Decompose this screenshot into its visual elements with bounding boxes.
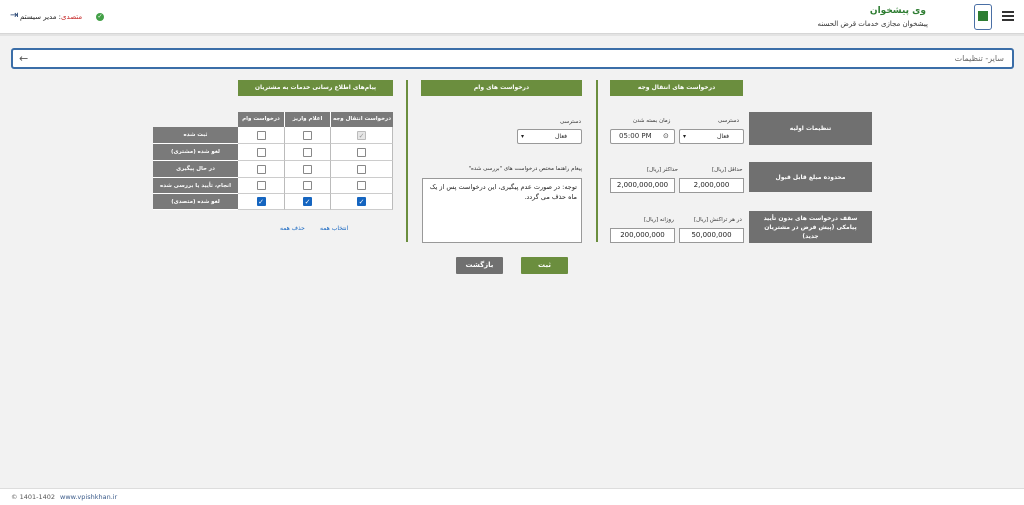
back-button[interactable]: بازگشت: [456, 257, 503, 274]
transfer-section-title: درخواست های انتقال وجه: [610, 80, 743, 96]
checkbox[interactable]: [256, 164, 266, 174]
top-header: وی پیشخوان پیشخوان مجازی خدمات قرض الحسن…: [0, 0, 1024, 34]
bank-icon: [978, 11, 988, 21]
notify-table: درخواست وام اعلام واریز درخواست انتقال و…: [153, 112, 393, 210]
table-cell: [238, 178, 285, 194]
transfer-access-value: فعال: [717, 133, 729, 140]
checkbox[interactable]: [357, 147, 366, 157]
col-header-deposit: اعلام واریز: [285, 112, 331, 127]
remove-all-link[interactable]: حذف همه: [280, 225, 305, 232]
header-divider: [0, 34, 1024, 36]
checkbox[interactable]: [303, 181, 312, 190]
checkbox-checked[interactable]: ✓: [357, 197, 366, 206]
per-transaction-input[interactable]: 50,000,000: [679, 228, 744, 243]
user-role: متصدی: [61, 13, 83, 21]
table-cell: ✓: [331, 194, 393, 210]
loan-message-label: پیغام راهنما مختص درخواست های "بررسی شده…: [468, 166, 582, 172]
checkbox-checked[interactable]: ✓: [256, 197, 266, 206]
initial-settings-label: تنظیمات اولیه: [749, 112, 872, 145]
table-cell: [238, 161, 285, 178]
app-title: وی پیشخوان: [869, 6, 926, 16]
min-amount-input[interactable]: 2,000,000: [679, 178, 744, 193]
row-label-registered: ثبت شده: [153, 127, 238, 144]
back-arrow-icon[interactable]: ←: [19, 52, 28, 65]
checkbox[interactable]: [303, 164, 312, 174]
online-status-icon: ✓: [96, 13, 104, 21]
checkbox[interactable]: [256, 181, 266, 190]
loan-access-select[interactable]: فعال ▾: [517, 129, 582, 144]
checkbox[interactable]: [303, 130, 312, 140]
table-cell: [285, 144, 331, 161]
max-amount-input[interactable]: 2,000,000,000: [610, 178, 675, 193]
transfer-section-divider: [596, 80, 598, 242]
footer: © 1401-1402 www.vpishkhan.ir: [0, 488, 1024, 505]
col-header-transfer: درخواست انتقال وجه: [331, 112, 393, 127]
checkbox[interactable]: [303, 147, 312, 157]
close-time-label: زمان بسته شدن: [633, 118, 671, 124]
table-cell: [285, 161, 331, 178]
transfer-access-label: دسترسی: [718, 118, 739, 124]
table-cell: ✓: [238, 194, 285, 210]
per-transaction-label: در هر تراکنش [ریال]: [694, 217, 742, 223]
breadcrumb-text: سایر- تنظیمات: [954, 54, 1004, 63]
min-amount-label: حداقل [ریال]: [712, 167, 743, 173]
loan-section-title: درخواست های وام: [421, 80, 582, 96]
breadcrumb: سایر- تنظیمات ←: [11, 48, 1014, 69]
submit-button[interactable]: ثبت: [521, 257, 568, 274]
close-time-input[interactable]: 05:00 PM ⊙: [610, 129, 675, 144]
col-header-loan: درخواست وام: [238, 112, 285, 127]
table-cell: [285, 127, 331, 144]
transfer-access-select[interactable]: فعال ▾: [679, 129, 744, 144]
table-cell: [331, 144, 393, 161]
notify-section-title: پیام‌های اطلاع رسانی خدمات به مشتریان: [238, 80, 393, 96]
app-logo: [974, 4, 992, 30]
checkbox[interactable]: [357, 181, 366, 190]
row-label-in-progress: در حال پیگیری: [153, 161, 238, 178]
row-label-done: انجام، تأیید یا بررسی شده: [153, 178, 238, 194]
checkbox-disabled: ✓: [357, 130, 366, 140]
hamburger-menu-icon[interactable]: [1002, 11, 1014, 21]
checkbox[interactable]: [256, 147, 266, 157]
amount-range-label: محدوده مبلغ قابل قبول: [749, 162, 872, 192]
user-info: متصدی: مدیر سیستم: [20, 13, 83, 21]
checkbox[interactable]: [256, 130, 266, 140]
loan-section-divider: [406, 80, 408, 242]
loan-access-label: دسترسی: [560, 119, 581, 125]
table-cell: [331, 178, 393, 194]
logout-icon[interactable]: ⇥: [10, 11, 22, 21]
row-label-cancel-customer: لغو شده (مشتری): [153, 144, 238, 161]
user-name: مدیر سیستم: [20, 13, 57, 21]
table-cell: [331, 161, 393, 178]
chevron-down-icon: ▾: [521, 133, 525, 140]
select-all-link[interactable]: انتخاب همه: [320, 225, 348, 232]
sms-cap-label: سقف درخواست های بدون تأیید پیامکی (پیش ف…: [749, 211, 872, 243]
footer-copyright: © 1401-1402: [11, 493, 55, 501]
clock-icon: ⊙: [663, 132, 669, 140]
checkbox[interactable]: [357, 164, 366, 174]
table-cell: [285, 178, 331, 194]
close-time-value: 05:00 PM: [619, 132, 652, 140]
loan-message-textarea[interactable]: توجه: در صورت عدم پیگیری، این درخواست پس…: [422, 178, 582, 243]
app-subtitle: پیشخوان مجازی خدمات قرض الحسنه: [817, 20, 928, 28]
max-amount-label: حداکثر [ریال]: [647, 167, 679, 173]
table-cell: [238, 127, 285, 144]
table-cell: [238, 144, 285, 161]
daily-cap-label: روزانه [ریال]: [644, 217, 674, 223]
daily-cap-input[interactable]: 200,000,000: [610, 228, 675, 243]
footer-url[interactable]: www.vpishkhan.ir: [60, 493, 117, 501]
table-cell: ✓: [285, 194, 331, 210]
loan-access-value: فعال: [555, 133, 567, 140]
checkbox-checked[interactable]: ✓: [303, 197, 312, 206]
row-label-cancel-operator: لغو شده (متصدی): [153, 194, 238, 210]
chevron-down-icon: ▾: [683, 133, 687, 140]
table-cell: ✓: [331, 127, 393, 144]
